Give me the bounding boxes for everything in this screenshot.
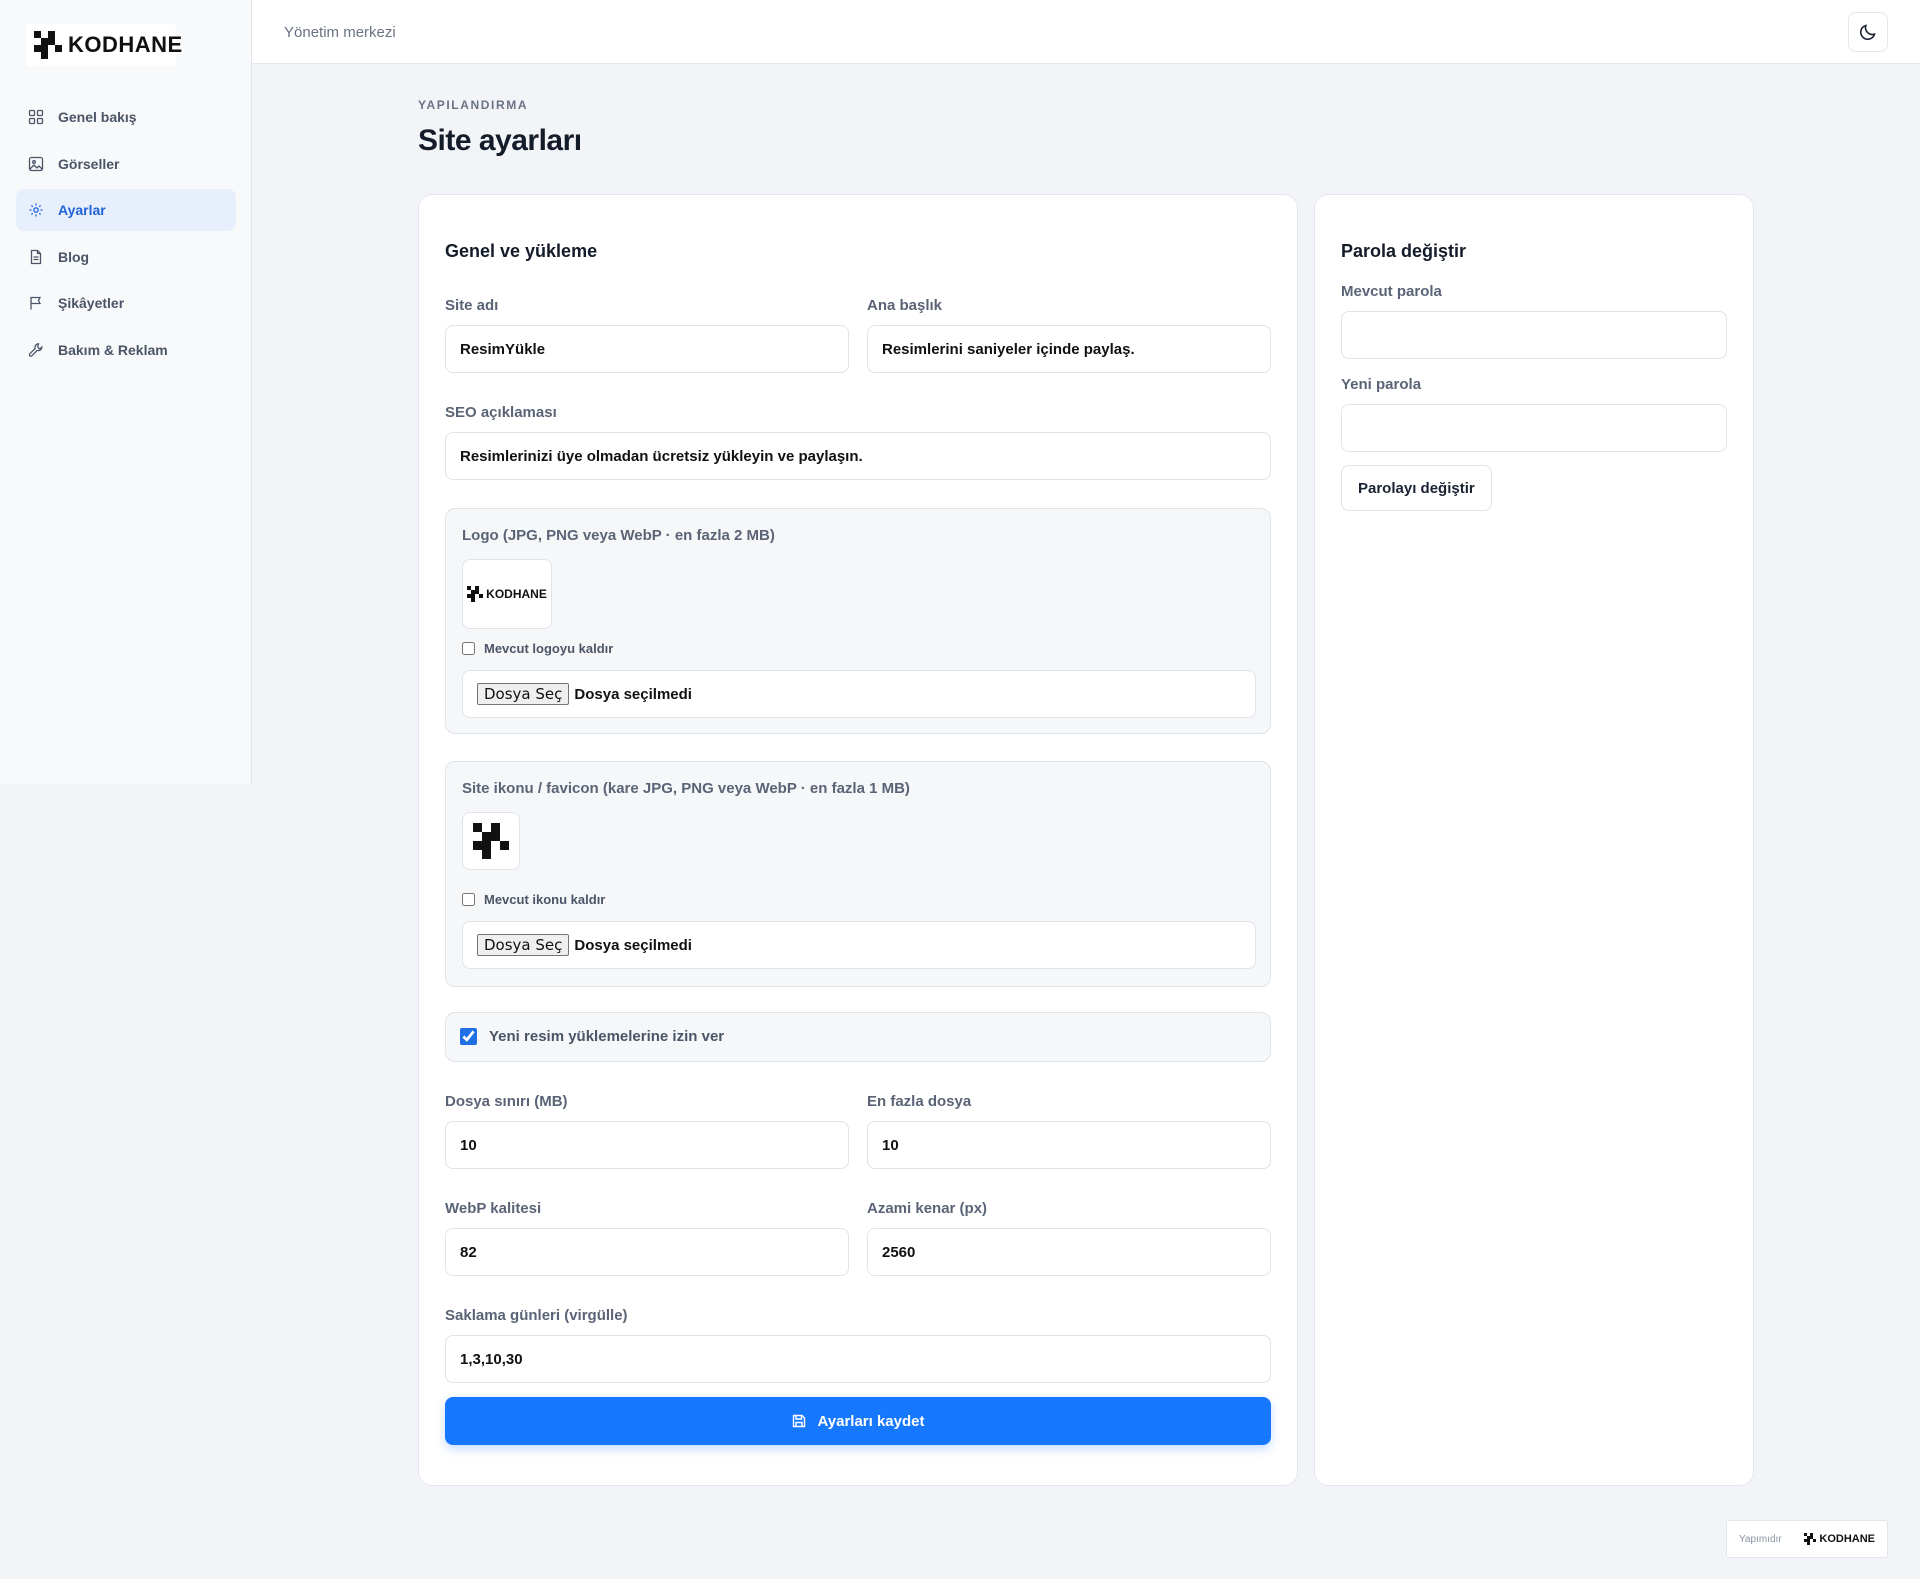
gear-icon [29, 203, 43, 217]
favicon-file-status: Dosya seçilmedi [574, 936, 692, 954]
grid-icon [28, 109, 44, 125]
favicon-file-input[interactable]: Dosya Seç Dosya seçilmedi [462, 921, 1256, 969]
logo-label: Logo (JPG, PNG veya WebP · en fazla 2 MB… [462, 527, 775, 544]
new-password-input[interactable] [1341, 404, 1727, 452]
sidebar-item-gorseller[interactable]: Görseller [16, 143, 236, 185]
max-files-input[interactable] [867, 1121, 1271, 1169]
remove-logo-label: Mevcut logoyu kaldır [484, 641, 614, 656]
password-card: Parola değiştir Mevcut parola Yeni parol… [1314, 194, 1754, 1486]
sidebar-item-label: Blog [58, 248, 90, 265]
change-password-button[interactable]: Parolayı değiştir [1341, 465, 1492, 511]
current-password-input[interactable] [1341, 311, 1727, 359]
brand-name: KODHANE [68, 32, 183, 57]
max-edge-input[interactable] [867, 1228, 1271, 1276]
checker-logo-icon [467, 586, 484, 602]
credit-label: Yapımıdır [1739, 1533, 1782, 1545]
max-edge-label: Azami kenar (px) [867, 1200, 988, 1217]
file-limit-input[interactable] [445, 1121, 849, 1169]
current-password-label: Mevcut parola [1341, 283, 1442, 300]
webp-quality-label: WebP kalitesi [445, 1200, 542, 1217]
remove-favicon-row[interactable]: Mevcut ikonu kaldır [462, 892, 605, 907]
topbar-title: Yönetim merkezi [284, 24, 396, 41]
flag-icon [30, 296, 42, 310]
retention-input[interactable] [445, 1335, 1271, 1383]
remove-logo-checkbox[interactable] [462, 642, 475, 655]
logo-upload-panel: Logo (JPG, PNG veya WebP · en fazla 2 MB… [445, 508, 1271, 734]
wrench-icon [28, 342, 43, 357]
sidebar-item-genel-bakis[interactable]: Genel bakış [16, 96, 236, 138]
checker-favicon-icon [473, 823, 509, 859]
document-icon [30, 249, 42, 264]
seo-label: SEO açıklaması [445, 404, 557, 421]
remove-logo-row[interactable]: Mevcut logoyu kaldır [462, 641, 613, 656]
allow-uploads-label: Yeni resim yüklemelerine izin ver [489, 1028, 725, 1045]
seo-input[interactable] [445, 432, 1271, 480]
image-icon [28, 156, 44, 171]
sidebar-item-blog[interactable]: Blog [16, 236, 236, 278]
sidebar-item-label: Görseller [58, 155, 120, 172]
sidebar-item-label: Genel bakış [58, 109, 137, 125]
remove-favicon-label: Mevcut ikonu kaldır [484, 892, 606, 907]
password-card-title: Parola değiştir [1341, 241, 1467, 261]
sidebar-item-ayarlar[interactable]: Ayarlar [16, 189, 236, 231]
headline-input[interactable] [867, 325, 1271, 373]
favicon-choose-file-button[interactable]: Dosya Seç [477, 934, 570, 956]
checker-logo-icon [34, 31, 62, 59]
logo-preview: KODHANE [462, 559, 552, 629]
webp-quality-input[interactable] [445, 1228, 849, 1276]
credit-brand: KODHANE [1819, 1533, 1875, 1545]
general-card-title: Genel ve yükleme [445, 241, 598, 261]
favicon-label: Site ikonu / favicon (kare JPG, PNG veya… [462, 780, 910, 797]
save-settings-button[interactable]: Ayarları kaydet [445, 1397, 1271, 1445]
general-settings-card: Genel ve yükleme Site adı Ana başlık SEO… [418, 194, 1298, 1486]
file-limit-label: Dosya sınırı (MB) [445, 1093, 568, 1110]
logo-file-status: Dosya seçilmedi [574, 685, 692, 703]
footer-credit[interactable]: Yapımıdır KODHANE [1726, 1520, 1888, 1558]
sidebar-item-label: Ayarlar [58, 202, 106, 218]
new-password-label: Yeni parola [1341, 376, 1422, 393]
favicon-upload-panel: Site ikonu / favicon (kare JPG, PNG veya… [445, 761, 1271, 987]
remove-favicon-checkbox[interactable] [462, 893, 475, 906]
allow-uploads-row[interactable]: Yeni resim yüklemelerine izin ver [446, 1028, 724, 1045]
page-eyebrow: YAPILANDIRMA [418, 98, 529, 112]
sidebar-item-sikayetler[interactable]: Şikâyetler [16, 282, 236, 324]
sidebar-item-label: Bakım & Reklam [58, 341, 168, 358]
logo-choose-file-button[interactable]: Dosya Seç [477, 683, 570, 705]
brand-logo[interactable]: KODHANE [26, 24, 182, 66]
allow-uploads-checkbox[interactable] [460, 1028, 477, 1045]
max-files-label: En fazla dosya [867, 1093, 972, 1110]
save-settings-label: Ayarları kaydet [817, 1412, 925, 1430]
site-name-input[interactable] [445, 325, 849, 373]
allow-uploads-panel: Yeni resim yüklemelerine izin ver [445, 1012, 1271, 1062]
topbar: Yönetim merkezi [252, 0, 1920, 64]
favicon-preview [462, 812, 520, 870]
page-title: Site ayarları [418, 124, 582, 157]
theme-toggle-button[interactable] [1848, 12, 1888, 52]
sidebar: KODHANE Genel bakış Görseller Ayarlar Bl… [0, 0, 252, 784]
logo-preview-text: KODHANE [486, 587, 547, 601]
logo-file-input[interactable]: Dosya Seç Dosya seçilmedi [462, 670, 1256, 718]
moon-icon [1860, 24, 1876, 40]
sidebar-nav: Genel bakış Görseller Ayarlar Blog Şikây… [16, 96, 236, 375]
headline-label: Ana başlık [867, 297, 943, 314]
sidebar-item-bakim-reklam[interactable]: Bakım & Reklam [16, 329, 236, 371]
site-name-label: Site adı [445, 297, 499, 314]
checker-logo-icon [1804, 1533, 1817, 1545]
sidebar-item-label: Şikâyetler [58, 295, 125, 311]
retention-label: Saklama günleri (virgülle) [445, 1307, 628, 1324]
save-icon [793, 1414, 806, 1428]
